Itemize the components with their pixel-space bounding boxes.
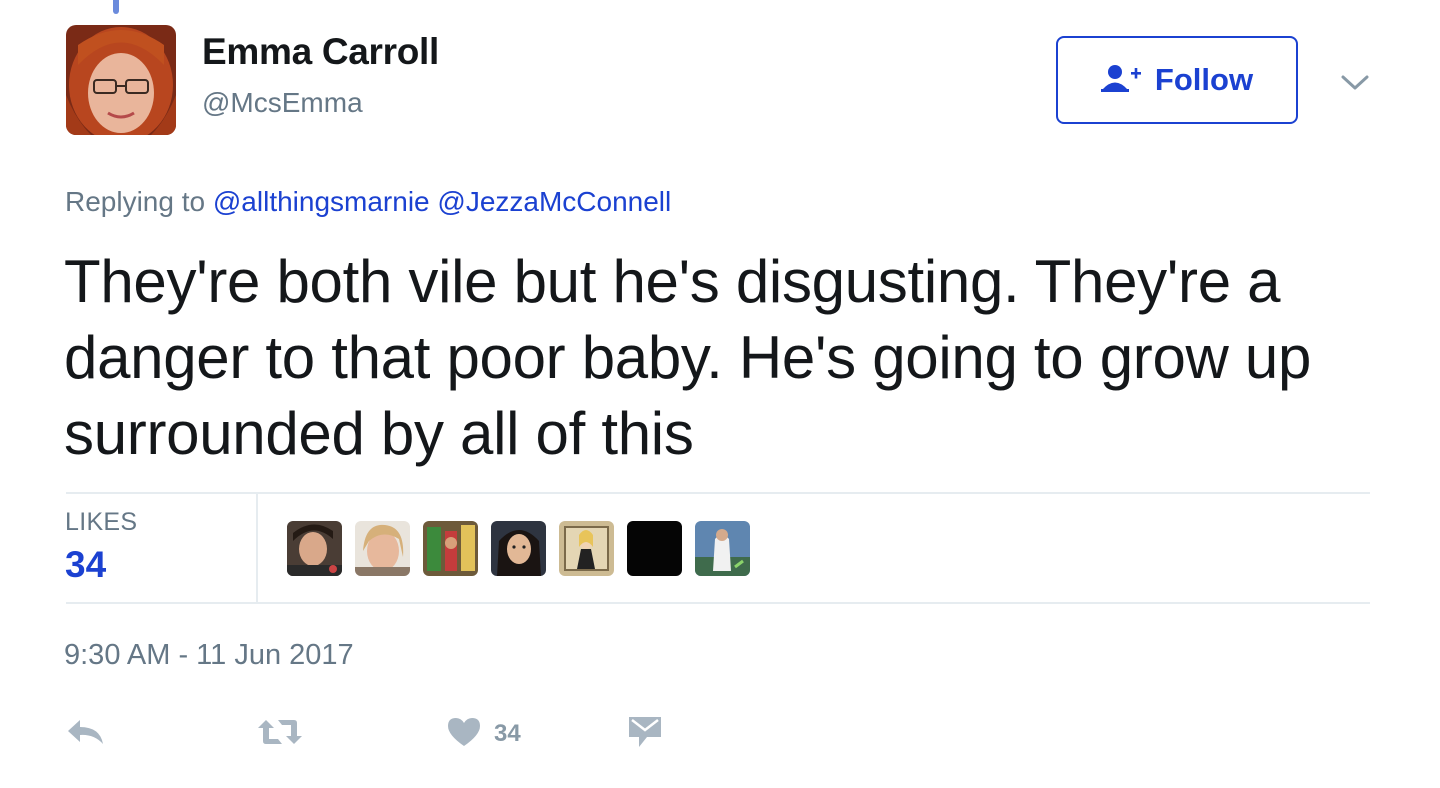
liker-avatar[interactable] bbox=[559, 521, 614, 576]
retweet-icon bbox=[256, 716, 304, 753]
replying-to-line: Replying to @allthingsmarnie @JezzaMcCon… bbox=[65, 186, 671, 218]
tweet-text: They're both vile but he's disgusting. T… bbox=[64, 248, 1312, 467]
retweet-button[interactable] bbox=[256, 714, 304, 754]
likes-count[interactable]: 34 bbox=[65, 544, 106, 586]
liker-avatar[interactable] bbox=[695, 521, 750, 576]
author-avatar[interactable] bbox=[66, 25, 176, 135]
author-display-name[interactable]: Emma Carroll bbox=[202, 31, 439, 73]
reply-icon bbox=[66, 716, 106, 753]
like-count: 34 bbox=[494, 720, 521, 747]
liker-avatar[interactable] bbox=[491, 521, 546, 576]
liker-avatar[interactable] bbox=[355, 521, 410, 576]
replying-to-prefix: Replying to bbox=[65, 186, 206, 217]
liker-avatars bbox=[287, 521, 750, 576]
divider bbox=[256, 494, 258, 602]
liker-avatar[interactable] bbox=[627, 521, 682, 576]
divider bbox=[66, 492, 1370, 494]
heart-icon bbox=[446, 716, 482, 753]
direct-message-button[interactable] bbox=[627, 714, 663, 754]
liker-avatar[interactable] bbox=[423, 521, 478, 576]
follow-person-icon bbox=[1100, 63, 1143, 98]
divider bbox=[66, 602, 1370, 604]
like-button[interactable]: 34 bbox=[446, 714, 521, 754]
mention-link[interactable]: @allthingsmarnie bbox=[213, 186, 430, 217]
reply-button[interactable] bbox=[66, 714, 106, 754]
thread-connector bbox=[113, 0, 119, 14]
tweet-timestamp[interactable]: 9:30 AM - 11 Jun 2017 bbox=[64, 639, 354, 672]
likes-label[interactable]: LIKES bbox=[65, 508, 137, 537]
follow-button[interactable]: Follow bbox=[1056, 36, 1298, 124]
follow-button-label: Follow bbox=[1154, 62, 1254, 97]
liker-avatar[interactable] bbox=[287, 521, 342, 576]
chevron-down-icon[interactable] bbox=[1339, 66, 1371, 98]
direct-message-icon bbox=[627, 715, 663, 754]
author-screen-name[interactable]: @McsEmma bbox=[202, 87, 363, 119]
mention-link[interactable]: @JezzaMcConnell bbox=[437, 186, 671, 217]
